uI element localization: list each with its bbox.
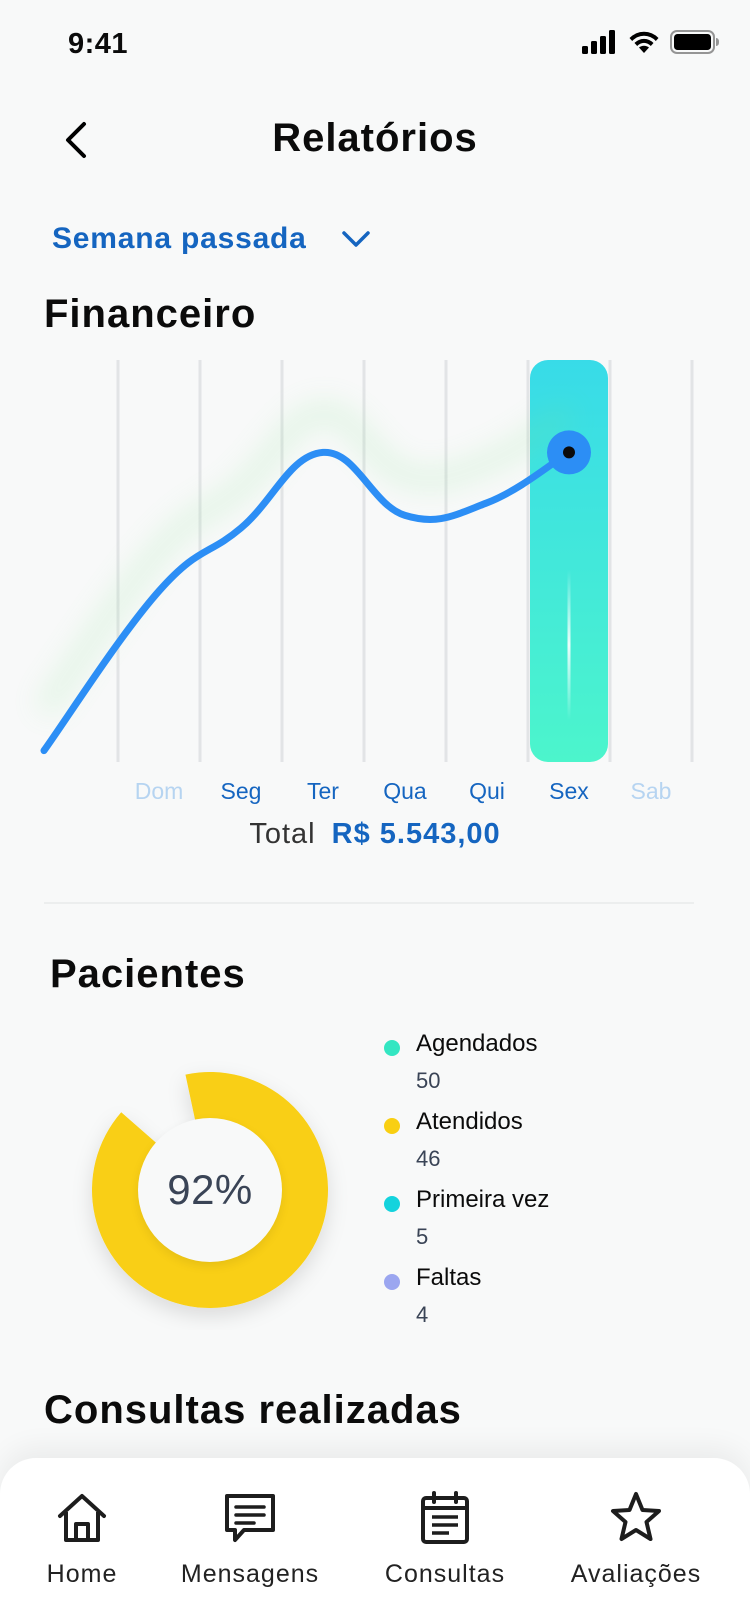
message-icon	[220, 1488, 280, 1548]
calendar-icon	[415, 1488, 475, 1548]
legend-name: Atendidos	[416, 1108, 523, 1135]
financial-chart-svg	[35, 360, 694, 762]
section-divider	[44, 902, 694, 904]
nav-consultas[interactable]: Consultas	[380, 1488, 510, 1589]
star-icon	[606, 1488, 666, 1548]
day-label-sab[interactable]: Sab	[611, 778, 691, 805]
consultas-title: Consultas realizadas	[44, 1388, 462, 1432]
legend-count: 50	[416, 1068, 441, 1093]
legend-dot	[384, 1274, 400, 1290]
nav-home[interactable]: Home	[42, 1488, 122, 1589]
legend-count: 46	[416, 1146, 441, 1171]
home-icon	[52, 1488, 112, 1548]
total-label: Total	[249, 818, 316, 850]
donut-center: 92%	[138, 1118, 282, 1262]
financial-chart: Dom Seg Ter Qua Qui Sex Sab	[0, 360, 750, 830]
financeiro-title: Financeiro	[44, 292, 257, 336]
day-label-qui[interactable]: Qui	[447, 778, 527, 805]
cellular-signal-icon	[582, 30, 618, 59]
nav-avaliacoes[interactable]: Avaliações	[566, 1488, 706, 1589]
legend-count: 5	[416, 1224, 429, 1249]
legend-name: Agendados	[416, 1030, 538, 1057]
day-label-qua[interactable]: Qua	[365, 778, 445, 805]
period-selected-label: Semana passada	[52, 222, 307, 255]
selected-point-center	[563, 446, 575, 459]
page-title: Relatórios	[272, 116, 478, 160]
day-label-sex[interactable]: Sex	[529, 778, 609, 805]
legend-count: 4	[416, 1302, 429, 1327]
legend-dot	[384, 1196, 400, 1212]
legend-name: Primeira vez	[416, 1186, 550, 1213]
day-label-dom[interactable]: Dom	[119, 778, 199, 805]
nav-consultas-label: Consultas	[384, 1560, 506, 1588]
highlight-shine	[567, 570, 571, 720]
day-label-ter[interactable]: Ter	[283, 778, 363, 805]
legend-name: Faltas	[416, 1264, 482, 1291]
day-label-seg[interactable]: Seg	[201, 778, 281, 805]
legend-dot	[384, 1118, 400, 1134]
total-value: R$ 5.543,00	[331, 818, 501, 850]
donut-percent: 92%	[167, 1166, 253, 1213]
bottom-navigation: Home Mensagens Consultas Avaliações	[0, 1458, 750, 1624]
nav-avaliacoes-label: Avaliações	[570, 1560, 702, 1588]
status-time: 9:41	[68, 28, 129, 60]
battery-icon	[670, 30, 720, 59]
period-dropdown[interactable]: Semana passada	[52, 222, 371, 256]
wifi-icon	[628, 30, 660, 59]
nav-mensagens[interactable]: Mensagens	[180, 1488, 320, 1589]
status-icons	[582, 30, 720, 59]
status-bar: 9:41	[0, 0, 750, 90]
pacientes-title: Pacientes	[50, 952, 246, 996]
nav-home-label: Home	[46, 1560, 118, 1588]
patients-donut-chart: 92%	[70, 1050, 350, 1330]
financial-total: Total R$ 5.543,00	[0, 818, 750, 851]
chevron-down-icon	[341, 230, 371, 248]
legend-dot	[384, 1040, 400, 1056]
nav-mensagens-label: Mensagens	[180, 1560, 320, 1588]
